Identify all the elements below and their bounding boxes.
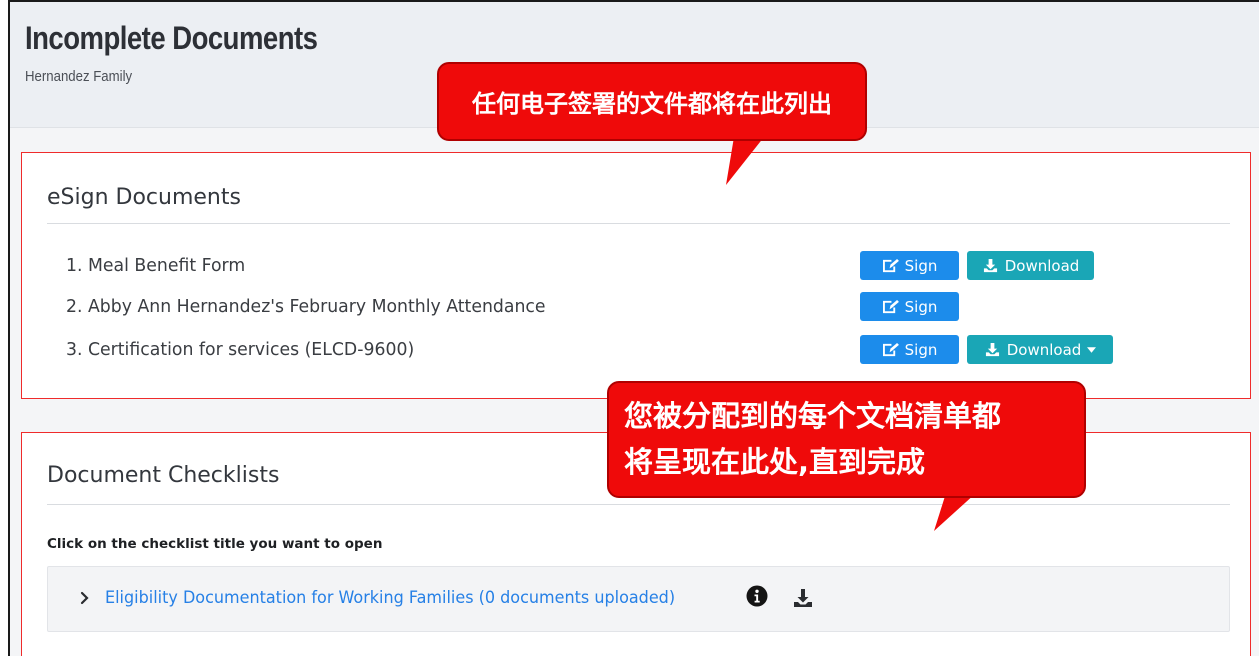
sign-button[interactable]: Sign: [860, 292, 959, 321]
sign-button-label: Sign: [904, 297, 938, 316]
document-name: 1. Meal Benefit Form: [66, 255, 246, 276]
callout-line: 将呈现在此处,直到完成: [624, 445, 926, 479]
divider: [47, 223, 1230, 224]
sign-button-label: Sign: [904, 256, 938, 275]
document-name: 3. Certification for services (ELCD-9600…: [66, 339, 415, 360]
download-dropdown-button[interactable]: Download: [967, 335, 1113, 364]
family-name: Hernandez Family: [25, 68, 133, 85]
checklists-card-title: Document Checklists: [47, 463, 280, 488]
esign-document-row: 3. Certification for services (ELCD-9600…: [22, 335, 1250, 365]
sign-button[interactable]: Sign: [860, 335, 959, 364]
sign-icon: [882, 299, 899, 314]
download-button-label: Download: [1006, 340, 1082, 359]
sign-button-label: Sign: [904, 340, 938, 359]
esign-document-row: 2. Abby Ann Hernandez's February Monthly…: [22, 292, 1250, 322]
esign-documents-card: eSign Documents 1. Meal Benefit Form Sig…: [21, 152, 1251, 399]
download-icon: [983, 258, 997, 273]
checklist-instruction: Click on the checklist title you want to…: [47, 536, 383, 552]
callout-text: 任何电子签署的文件都将在此列出: [437, 62, 867, 141]
chevron-right-icon[interactable]: [78, 588, 92, 608]
page-title: Incomplete Documents: [25, 20, 318, 56]
callout-text: 您被分配到的每个文档清单都 将呈现在此处,直到完成: [607, 381, 1086, 498]
checklist-item[interactable]: Eligibility Documentation for Working Fa…: [47, 566, 1230, 632]
download-button[interactable]: Download: [967, 251, 1094, 280]
esign-card-title: eSign Documents: [47, 185, 241, 210]
callout-pointer: [934, 493, 976, 531]
divider: [47, 504, 1230, 505]
download-button-label: Download: [1004, 256, 1080, 275]
esign-document-row: 1. Meal Benefit Form Sign Download: [22, 251, 1250, 281]
sign-icon: [882, 258, 899, 273]
sign-button[interactable]: Sign: [860, 251, 959, 280]
callout-pointer: [726, 137, 764, 185]
download-icon: [985, 342, 999, 357]
caret-down-icon: [1087, 346, 1097, 353]
checklist-title-link[interactable]: Eligibility Documentation for Working Fa…: [105, 588, 675, 607]
download-icon[interactable]: [793, 587, 813, 609]
sign-icon: [882, 342, 899, 357]
document-name: 2. Abby Ann Hernandez's February Monthly…: [66, 296, 546, 317]
callout-line: 您被分配到的每个文档清单都: [624, 399, 1002, 433]
info-icon[interactable]: [746, 585, 768, 607]
